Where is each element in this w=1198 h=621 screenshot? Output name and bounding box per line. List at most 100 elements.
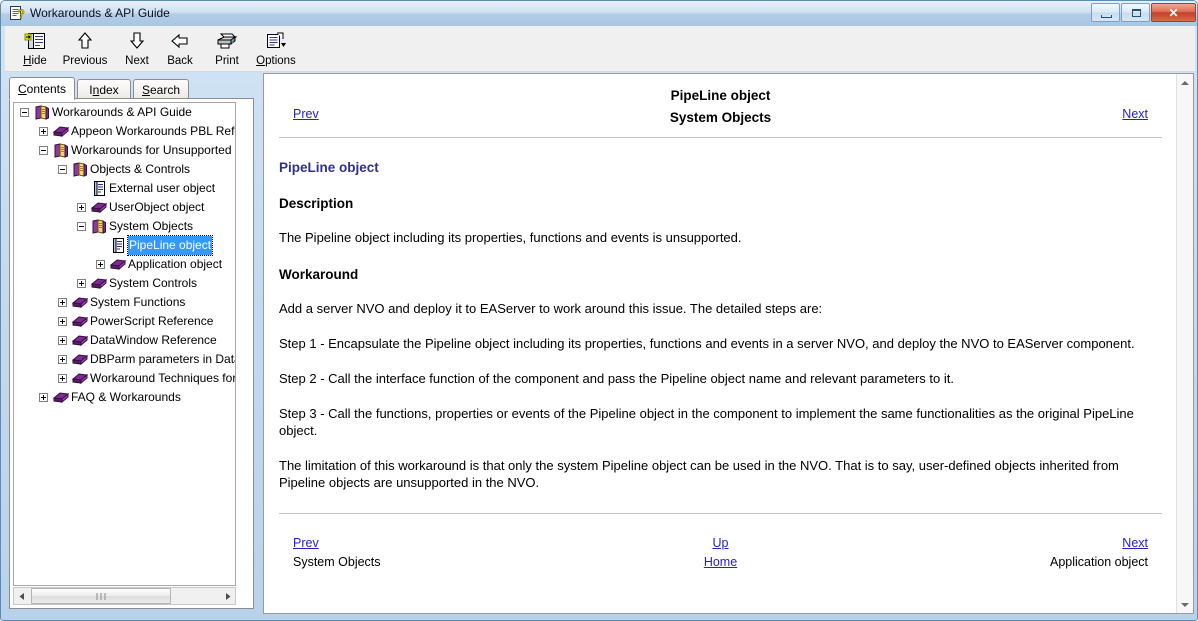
footer-home-link[interactable]: Home [704,555,737,569]
tree-item[interactable]: Application object [14,255,235,274]
content-pane: PipeLine object System Objects Prev Next… [263,73,1194,614]
tree-item-label: FAQ & Workarounds [71,390,181,404]
tab-contents[interactable]: Contents [9,77,75,100]
scroll-down-arrow-icon[interactable] [1177,596,1193,613]
expand-plus-icon[interactable] [58,355,67,364]
open-book-icon [53,143,69,158]
closed-book-icon [71,352,89,367]
tree-item[interactable]: System Objects [14,217,235,236]
tree-item-label: Appeon Workarounds PBL Reference [71,124,235,138]
tree-item[interactable]: Appeon Workarounds PBL Reference [14,122,235,141]
expand-plus-icon[interactable] [39,127,48,136]
footer-next-target: Application object [1050,555,1148,569]
closed-book-icon [71,371,89,386]
minimize-icon [1101,15,1112,18]
arrow-left-icon [160,29,200,53]
content-vertical-scrollbar[interactable] [1176,74,1193,613]
header-prev-link[interactable]: Prev [293,107,319,121]
tree-item[interactable]: Workarounds & API Guide [14,103,235,122]
collapse-minus-icon[interactable] [20,108,29,117]
minimize-button[interactable] [1091,3,1120,22]
expand-plus-icon[interactable] [77,279,86,288]
toolbar-button-hide[interactable]: Hide [13,28,57,70]
tree-item[interactable]: FAQ & Workarounds [14,388,235,407]
tab-index[interactable]: Index [77,79,131,99]
tab-search[interactable]: Search [133,79,189,99]
toolbar-button-options[interactable]: Options [249,28,303,70]
tree-item[interactable]: DBParm parameters in Database [14,350,235,369]
toolbar-label-back: Back [167,55,193,67]
arrow-down-icon [117,29,157,53]
help-document: PipeLine object System Objects Prev Next… [265,75,1176,612]
section-paragraph: The Pipeline object including its proper… [279,230,742,245]
tab-index-label: Index [89,82,119,97]
toolbar-label-previous: Previous [62,55,108,67]
header-next-link[interactable]: Next [1122,107,1148,121]
open-book-icon [91,219,107,234]
collapse-minus-icon[interactable] [39,146,48,155]
topic-title-block: PipeLine object System Objects [279,85,1162,129]
toolbar-button-print[interactable]: Print [205,28,249,70]
toolbar-label-hide: Hide [23,55,47,67]
footer-next: Next Application object [1050,534,1148,572]
tree-item[interactable]: Workaround Techniques for [14,369,235,388]
tab-search-label: Search [141,82,181,97]
tree-item-label: Workaround Techniques for [90,371,236,385]
window-controls: ✕ [1091,3,1196,22]
collapse-minus-icon[interactable] [77,222,86,231]
tab-contents-label: Contents [17,81,67,96]
toolbar-button-back[interactable]: Back [160,28,200,70]
tree-item-label: DBParm parameters in Database [90,352,235,366]
expand-plus-icon[interactable] [58,317,67,326]
scroll-up-arrow-icon[interactable] [1177,74,1193,91]
tree-horizontal-scrollbar[interactable] [13,587,236,605]
topic-nav-header: PipeLine object System Objects Prev Next [279,75,1162,133]
expand-plus-icon[interactable] [39,393,48,402]
topic-nav-footer: Prev System Objects Up Home Next Applica… [279,534,1162,578]
page-icon [110,238,126,253]
expand-plus-icon[interactable] [77,203,86,212]
topic-title: PipeLine object [670,88,771,103]
arrow-up-icon [57,29,113,53]
scrollbar-thumb[interactable] [31,588,171,604]
tree-item[interactable]: DataWindow Reference [14,331,235,350]
tree-item[interactable]: UserObject object [14,198,235,217]
tree-item-label: System Objects [109,219,194,233]
toolbar-button-next[interactable]: Next [117,28,157,70]
contents-tree[interactable]: Workarounds & API Guide Appeon Workaround… [13,102,236,586]
closed-book-icon [52,124,70,139]
closed-book-icon [90,276,108,291]
toolbar-label-print: Print [215,55,239,67]
closed-book-icon [71,314,89,329]
expand-plus-icon[interactable] [58,374,67,383]
section-heading-workaround: Workaround [279,267,359,282]
footer-next-link[interactable]: Next [1122,536,1148,550]
close-button[interactable]: ✕ [1151,3,1196,22]
expand-plus-icon[interactable] [96,260,105,269]
tree-item[interactable]: PipeLine object [14,235,235,256]
section-paragraph: Add a server NVO and deploy it to EAServ… [279,301,823,316]
scroll-right-arrow-icon[interactable] [219,588,235,604]
tree-item-label: System Functions [90,295,186,309]
tree-item[interactable]: PowerScript Reference [14,312,235,331]
printer-icon [205,29,249,53]
tree-item[interactable]: System Controls [14,274,235,293]
help-document-icon: ? [9,5,25,21]
section-heading-description: Description [279,196,354,211]
closed-book-icon [52,390,70,405]
expand-plus-icon[interactable] [58,336,67,345]
collapse-minus-icon[interactable] [58,165,67,174]
closed-book-icon [71,333,89,348]
scroll-left-arrow-icon[interactable] [14,588,30,604]
tree-item[interactable]: System Functions [14,293,235,312]
tree-item[interactable]: Objects & Controls [14,160,235,179]
tree-item[interactable]: External user object [14,179,235,198]
tree-item[interactable]: Workarounds for Unsupported Features [14,141,235,160]
section-paragraph: Step 3 - Call the functions, properties … [279,406,1134,438]
footer-up-link[interactable]: Up [713,536,729,550]
maximize-button[interactable] [1121,3,1150,22]
open-book-icon [72,162,88,177]
footer-up: Up Home [279,534,1162,572]
expand-plus-icon[interactable] [58,298,67,307]
toolbar-button-previous[interactable]: Previous [57,28,113,70]
